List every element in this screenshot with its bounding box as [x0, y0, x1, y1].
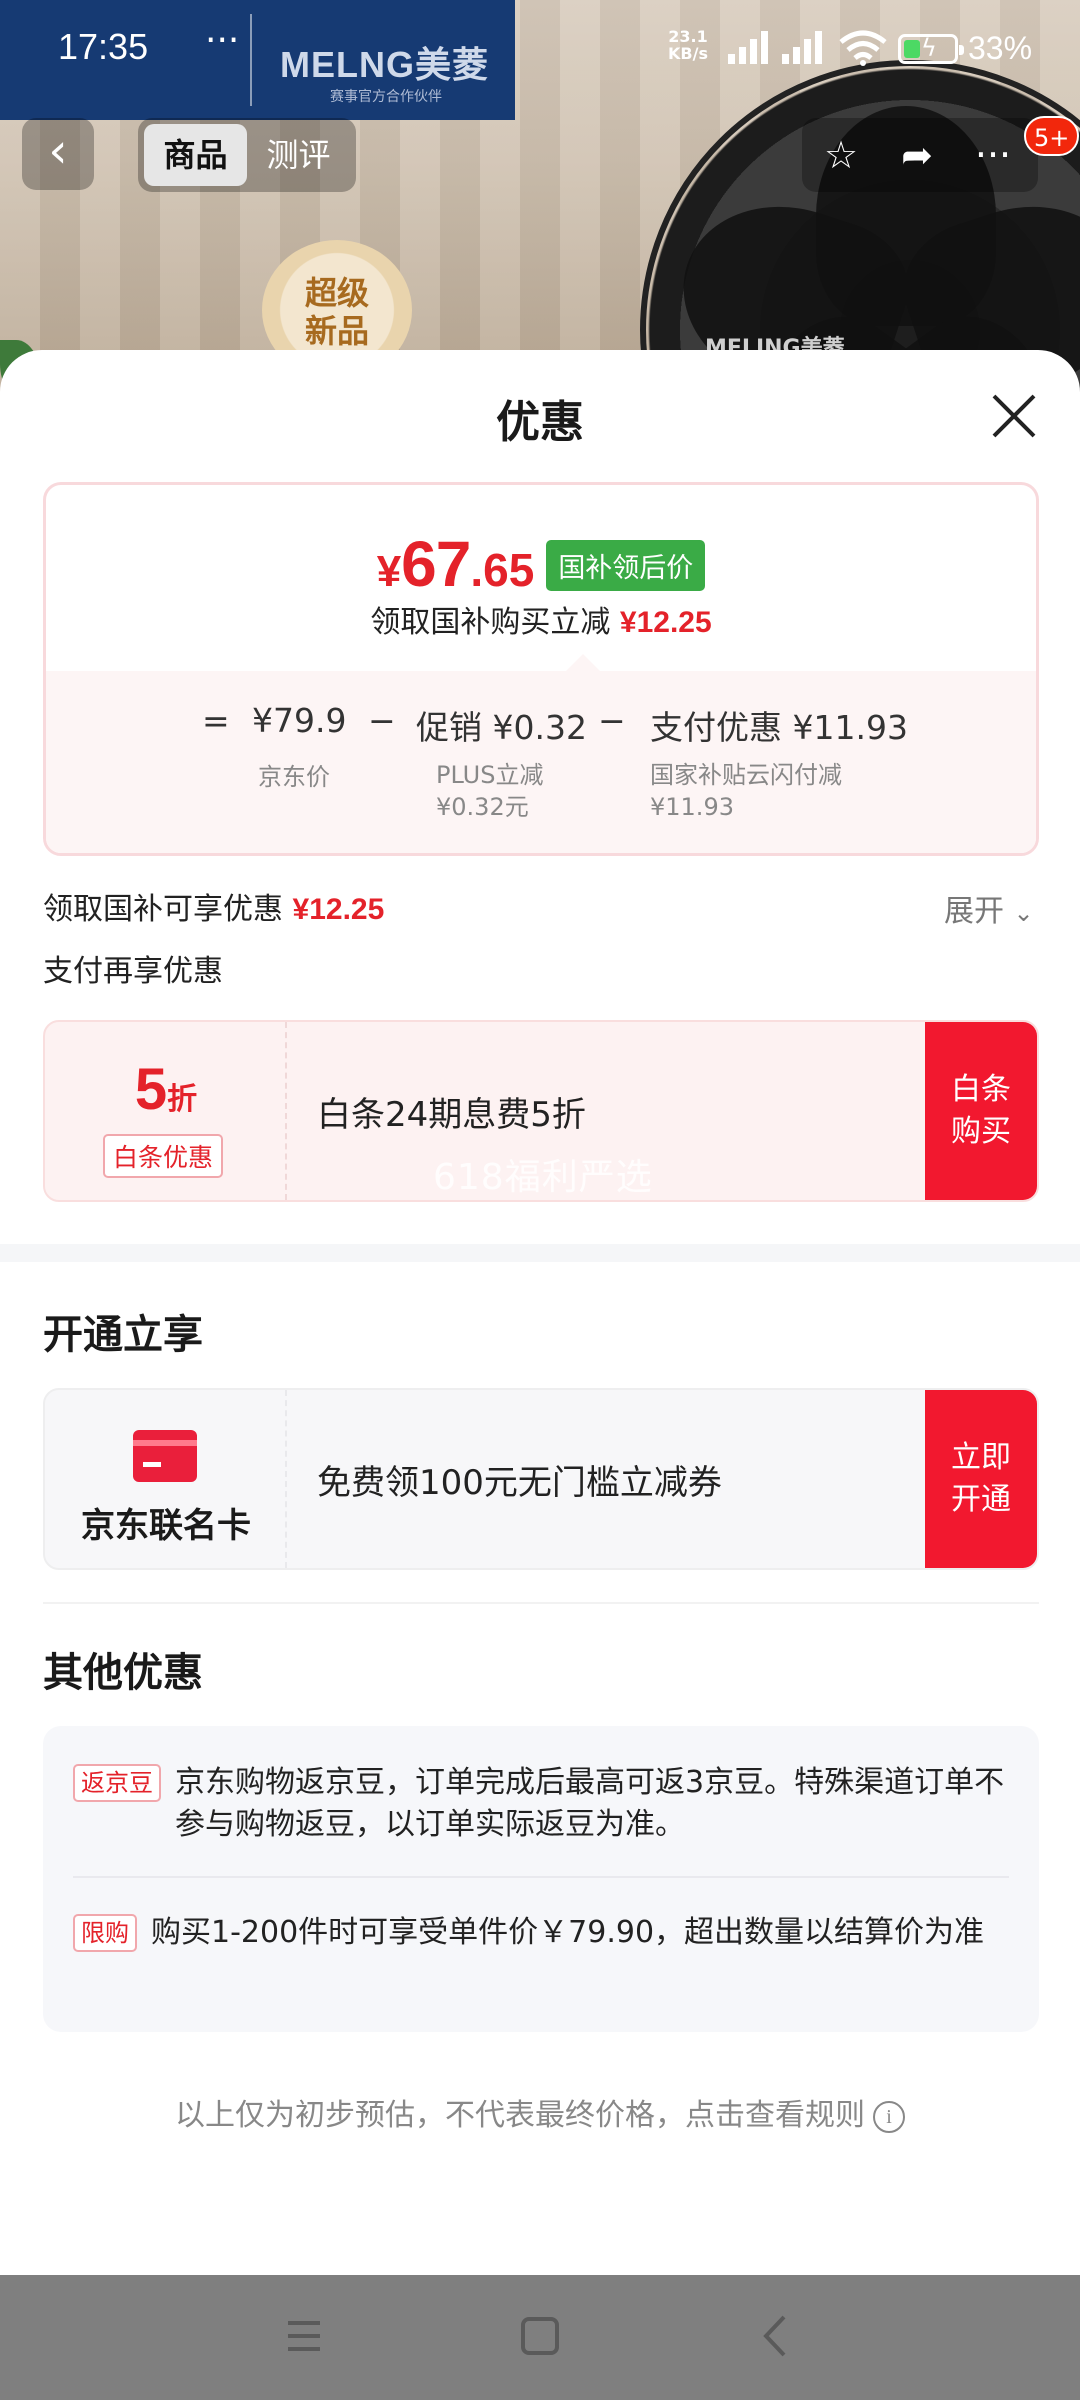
- formula-base-price: ¥79.9: [252, 701, 347, 740]
- badge-line2: 新品: [304, 312, 369, 350]
- cobrand-card-name: 京东联名卡: [81, 1506, 251, 1546]
- price-formula: = ¥79.9 京东价 − 促销 ¥0.32 PLUS立减 ¥0.32元 − 支…: [46, 654, 1036, 853]
- tab-review[interactable]: 测评: [247, 124, 350, 186]
- price-disclaimer[interactable]: 以上仅为初步预估，不代表最终价格，点击查看规则 i: [0, 2090, 1080, 2134]
- cobrand-card-left: 京东联名卡: [45, 1390, 287, 1568]
- battery-icon: ϟ: [898, 34, 964, 64]
- price-subtitle-label: 领取国补购买立减: [370, 605, 611, 640]
- close-icon[interactable]: [986, 388, 1042, 444]
- formula-promo-amount: ¥0.32元: [436, 793, 529, 821]
- pay-section-title: 支付再享优惠: [43, 954, 223, 989]
- purchase-limit-tag: 限购: [73, 1914, 137, 1952]
- formula-pointer: [566, 654, 600, 688]
- watermark-text: 618福利严选: [433, 1157, 653, 1198]
- divider-line: [43, 1602, 1039, 1604]
- baitiao-buy-button[interactable]: 白条购买: [925, 1022, 1037, 1200]
- formula-minus: −: [368, 701, 396, 740]
- baitiao-offer-left: 5折 白条优惠: [45, 1022, 287, 1200]
- system-navigation-bar: [0, 2275, 1080, 2400]
- status-bar: 17:35 ··· 23.1 KB/s ϟ 33%: [0, 0, 1080, 100]
- subsidy-row: 领取国补可享优惠 ¥12.25: [43, 884, 384, 928]
- other-offers-box: 返京豆 京东购物返京豆，订单完成后最高可返3京豆。特殊渠道订单不参与购物返豆，以…: [43, 1726, 1039, 2032]
- subsidy-price-tag: 国补领后价: [546, 540, 706, 591]
- signal-icon: [782, 30, 828, 64]
- other-section-title: 其他优惠: [43, 1650, 203, 1696]
- final-price-line: ¥67.65 国补领后价: [46, 527, 1036, 601]
- chevron-left-icon: ‹: [48, 123, 68, 179]
- back-nav-icon[interactable]: [746, 2311, 806, 2361]
- expand-button[interactable]: 展开 ⌄: [944, 886, 1034, 930]
- info-icon: i: [873, 2100, 905, 2133]
- signal-icon: [728, 30, 774, 64]
- favorite-star-icon[interactable]: ☆: [808, 124, 874, 186]
- price-currency: ¥: [376, 547, 402, 596]
- section-divider: [0, 1244, 1080, 1262]
- formula-pay-value: 支付优惠 ¥11.93: [650, 708, 908, 747]
- network-speed-unit: KB/s: [668, 44, 708, 63]
- message-count-badge: 5+: [1024, 116, 1080, 156]
- cobrand-card-description: 免费领100元无门槛立减券: [317, 1462, 722, 1503]
- price-summary-card: ¥67.65 国补领后价 领取国补购买立减 ¥12.25 = ¥79.9 京东价…: [43, 482, 1039, 856]
- network-speed-value: 23.1: [668, 27, 708, 46]
- tab-product[interactable]: 商品: [144, 124, 247, 186]
- nav-actions: ☆ ➦ ···: [802, 118, 1038, 192]
- baitiao-offer-card: 5折 白条优惠 白条24期息费5折 618福利严选 白条购买: [43, 1020, 1039, 1202]
- home-icon[interactable]: [510, 2311, 570, 2361]
- baitiao-tag: 白条优惠: [103, 1134, 224, 1178]
- subsidy-label: 领取国补可享优惠: [43, 892, 283, 927]
- cobrand-card-offer: 京东联名卡 免费领100元无门槛立减券 立即开通: [43, 1388, 1039, 1570]
- purchase-limit-text: 购买1-200件时可享受单件价￥79.90，超出数量以结算价为准: [151, 1915, 985, 1950]
- more-icon[interactable]: ···: [960, 124, 1026, 186]
- formula-pay-amount: ¥11.93: [650, 793, 734, 821]
- share-icon[interactable]: ➦: [884, 124, 950, 186]
- status-time: 17:35: [58, 26, 149, 67]
- network-speed: 23.1 KB/s: [668, 28, 708, 62]
- sheet-title: 优惠: [496, 397, 584, 448]
- battery-percent: 33%: [968, 30, 1033, 66]
- chevron-down-icon: ⌄: [1013, 899, 1034, 927]
- disclaimer-text: 以上仅为初步预估，不代表最终价格，点击查看规则: [175, 2098, 865, 2133]
- formula-promo-label: PLUS立减: [436, 761, 544, 789]
- price-decimal: .65: [470, 544, 535, 596]
- open-section-title: 开通立享: [43, 1312, 203, 1358]
- credit-card-icon: [133, 1430, 197, 1482]
- back-button[interactable]: ‹: [22, 118, 94, 190]
- price-integer: 67: [401, 528, 471, 600]
- product-tabs: 商品 测评: [138, 118, 356, 192]
- final-price: ¥67.65: [377, 527, 535, 601]
- formula-pay-label: 国家补贴云闪付减: [650, 761, 842, 789]
- formula-equals: =: [202, 701, 230, 740]
- other-offer-item: 返京豆 京东购物返京豆，订单完成后最高可返3京豆。特殊渠道订单不参与购物返豆，以…: [73, 1762, 1009, 1846]
- discount-value: 5折: [45, 1056, 287, 1123]
- discount-sheet: 优惠 ¥67.65 国补领后价 领取国补购买立减 ¥12.25 = ¥79.9 …: [0, 350, 1080, 2275]
- wifi-icon: [839, 30, 887, 66]
- other-offer-item: 限购 购买1-200件时可享受单件价￥79.90，超出数量以结算价为准: [73, 1912, 1009, 1954]
- jingdou-tag: 返京豆: [73, 1764, 161, 1802]
- menu-icon[interactable]: [274, 2311, 334, 2361]
- other-offers-separator: [73, 1876, 1009, 1878]
- jingdou-text: 京东购物返京豆，订单完成后最高可返3京豆。特殊渠道订单不参与购物返豆，以订单实际…: [175, 1765, 1005, 1842]
- discount-number: 5: [134, 1057, 168, 1122]
- open-card-button[interactable]: 立即开通: [925, 1390, 1037, 1568]
- formula-promo-value: 促销 ¥0.32: [416, 708, 587, 747]
- price-subtitle-amount: ¥12.25: [619, 606, 712, 639]
- price-subtitle: 领取国补购买立减 ¥12.25: [46, 597, 1036, 641]
- subsidy-amount: ¥12.25: [292, 893, 385, 926]
- status-more-dots: ···: [205, 20, 240, 61]
- discount-unit: 折: [167, 1082, 198, 1117]
- formula-minus: −: [598, 701, 626, 740]
- expand-label: 展开: [944, 894, 1004, 929]
- formula-base-label: 京东价: [258, 763, 330, 791]
